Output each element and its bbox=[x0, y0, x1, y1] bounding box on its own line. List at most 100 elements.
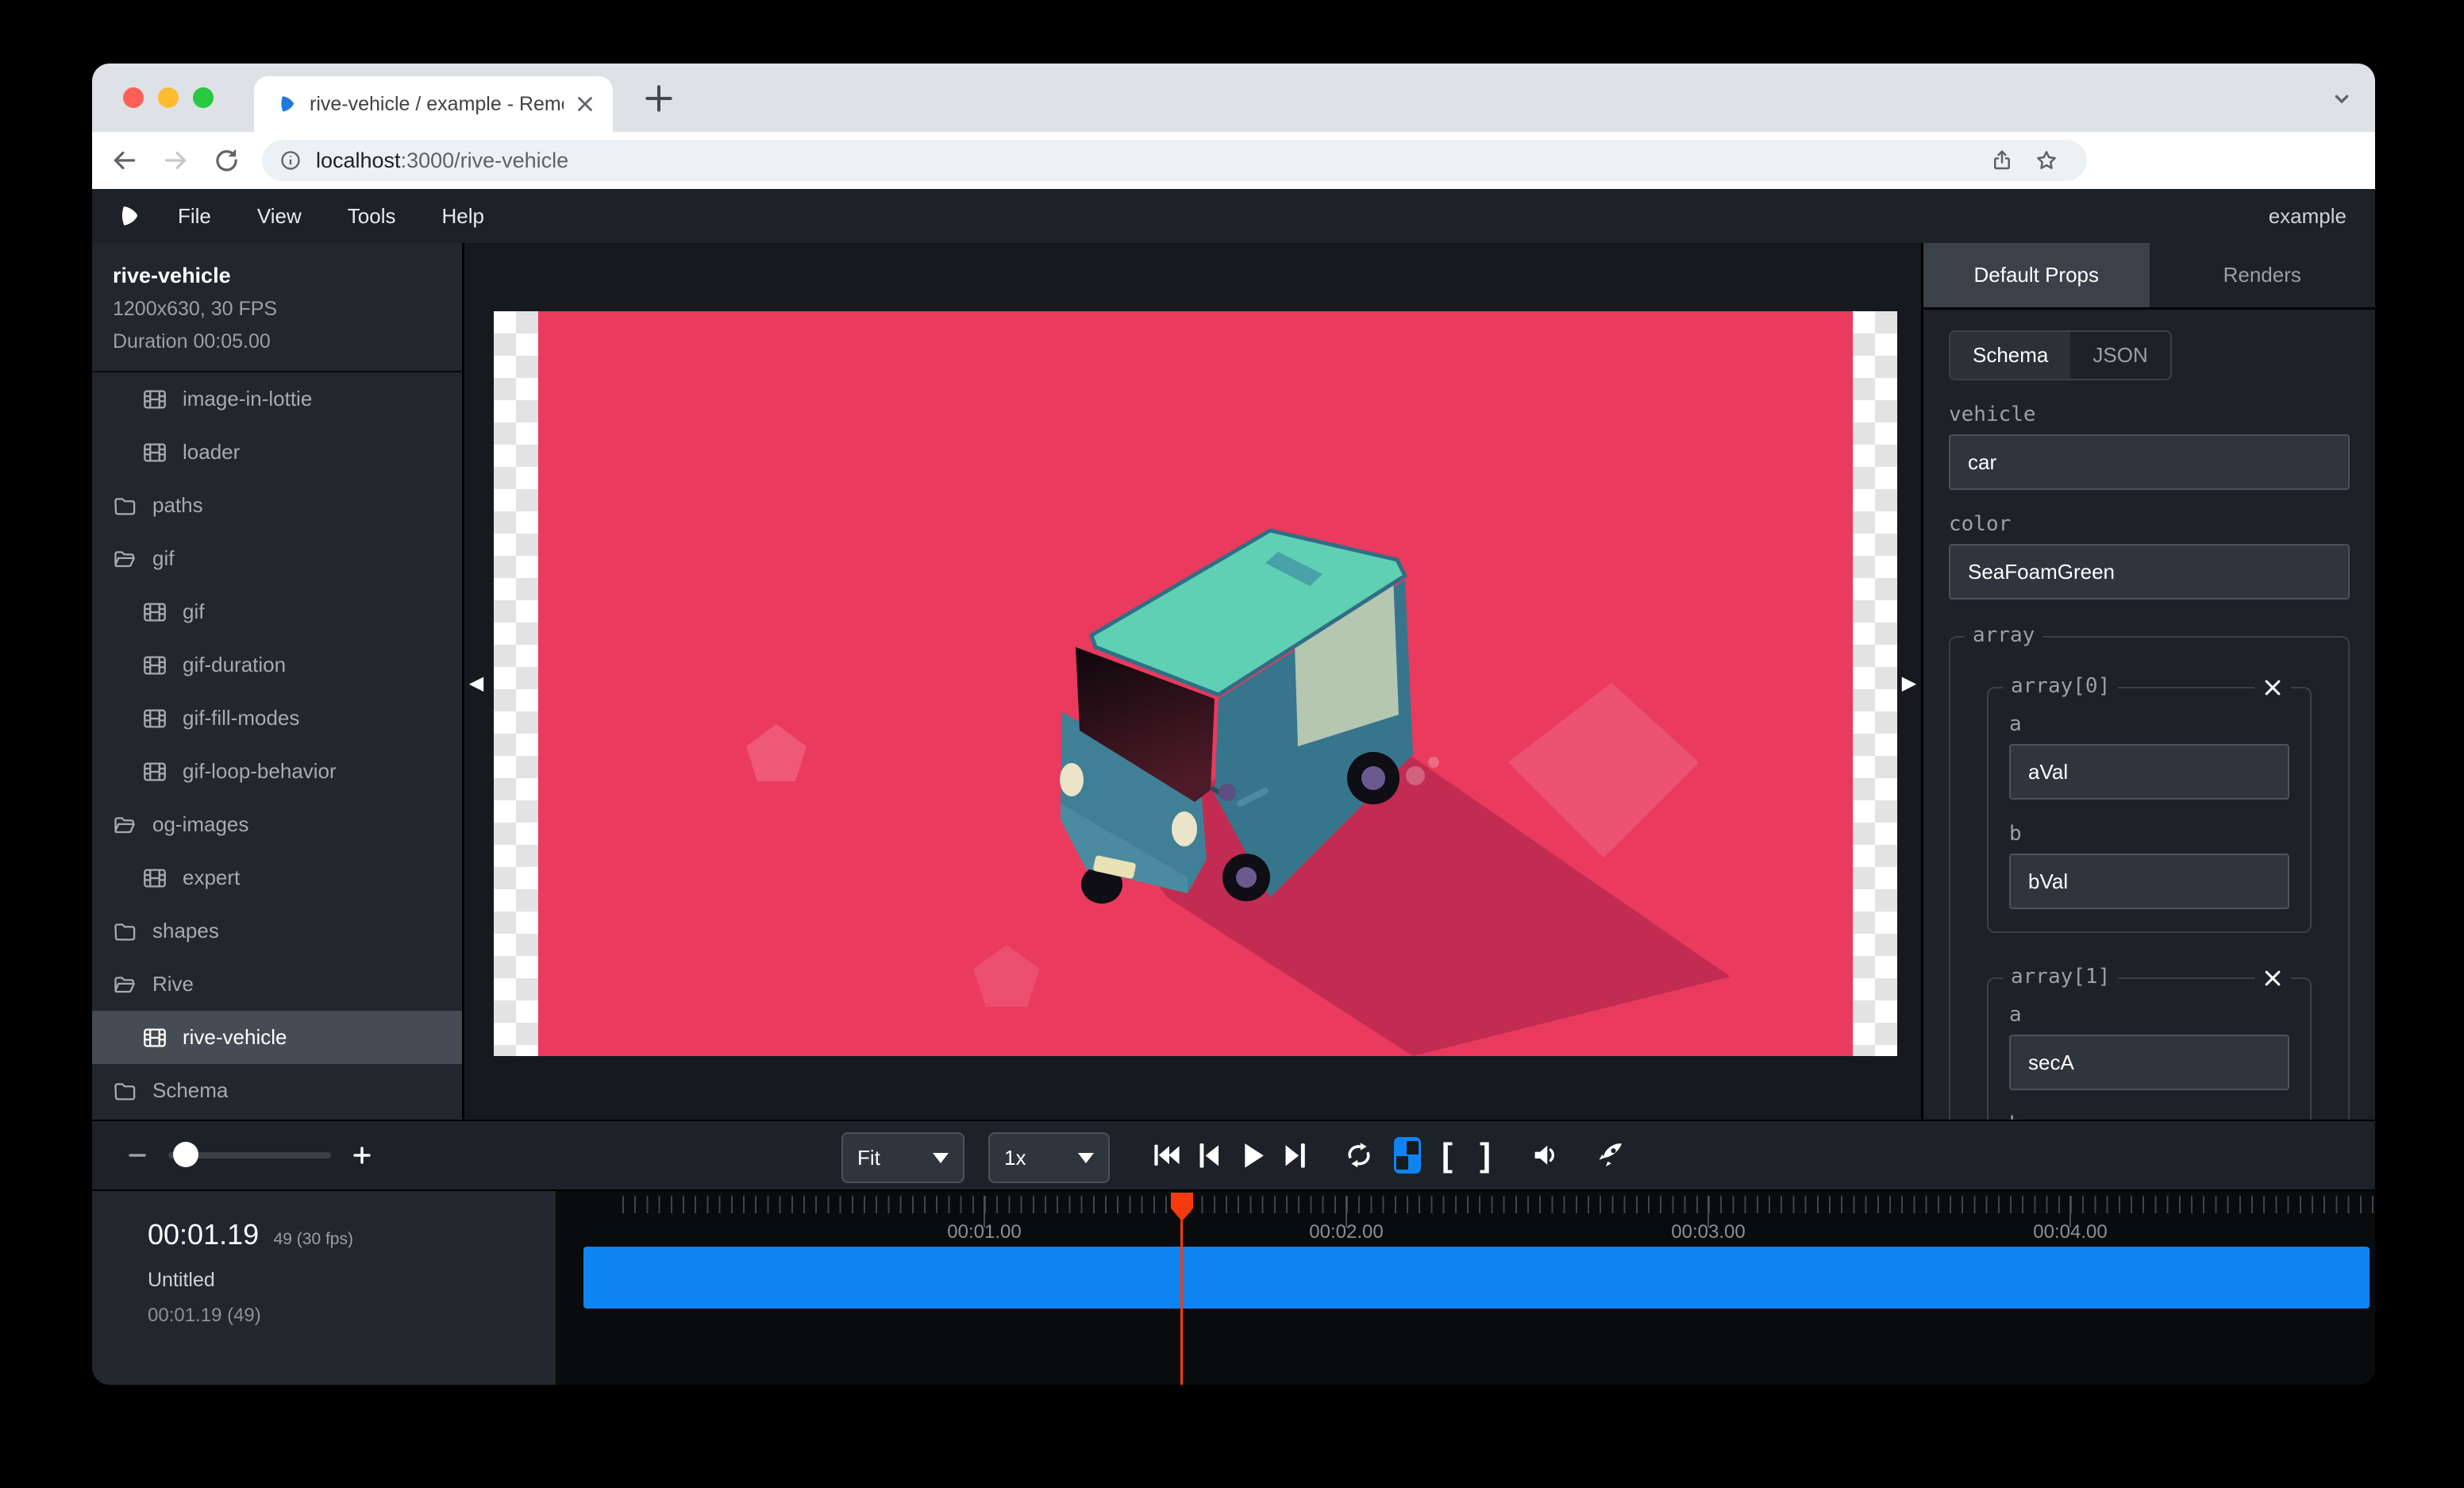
url-text: localhost:3000/rive-vehicle bbox=[316, 148, 568, 173]
transport-controls: [ ] bbox=[1153, 1121, 1638, 1189]
sidebar-item-rive-vehicle[interactable]: rive-vehicle bbox=[92, 1011, 462, 1064]
zoom-in-icon[interactable] bbox=[348, 1142, 375, 1169]
sidebar-item-image-in-lottie[interactable]: image-in-lottie bbox=[92, 372, 462, 426]
fit-select[interactable]: Fit bbox=[841, 1132, 964, 1183]
prop-a-input[interactable]: aVal bbox=[2009, 744, 2289, 800]
main-content: rive-vehicle 1200x630, 30 FPS Duration 0… bbox=[92, 243, 2375, 1120]
skip-to-end-icon[interactable] bbox=[1281, 1141, 1310, 1170]
transparency-toggle[interactable] bbox=[1394, 1137, 1421, 1174]
sidebar-item-gif-duration[interactable]: gif-duration bbox=[92, 638, 462, 692]
screen: rive-vehicle / example - Remoti bbox=[0, 0, 2464, 1488]
project-name-label: example bbox=[2269, 204, 2347, 229]
sidebar-item-label: gif-duration bbox=[183, 653, 286, 677]
compositions-sidebar: rive-vehicle 1200x630, 30 FPS Duration 0… bbox=[92, 243, 464, 1120]
previous-frame-icon[interactable] bbox=[1195, 1141, 1224, 1170]
bookmark-star-icon[interactable] bbox=[2035, 148, 2058, 172]
play-icon[interactable] bbox=[1238, 1141, 1267, 1170]
folder-open-icon bbox=[113, 973, 137, 996]
menu-view[interactable]: View bbox=[257, 204, 302, 229]
sidebar-item-gif-fill-modes[interactable]: gif-fill-modes bbox=[92, 692, 462, 745]
browser-tab[interactable]: rive-vehicle / example - Remoti bbox=[254, 76, 613, 132]
prop-vehicle-input[interactable]: car bbox=[1949, 434, 2350, 490]
minimize-window-button[interactable] bbox=[158, 87, 179, 108]
timeline-track-area[interactable]: 00:01.00 00:02.00 00:03.00 00:04.00 bbox=[556, 1191, 2375, 1385]
rocket-icon[interactable] bbox=[1596, 1141, 1624, 1170]
prop-b-input[interactable]: bVal bbox=[2009, 854, 2289, 909]
prop-label-b: b bbox=[2009, 822, 2289, 846]
sidebar-item-expert[interactable]: expert bbox=[92, 851, 462, 904]
reload-icon[interactable] bbox=[211, 145, 241, 175]
speed-select[interactable]: 1x bbox=[988, 1132, 1110, 1183]
sidebar-item-Schema[interactable]: Schema bbox=[92, 1064, 462, 1117]
remove-array-item-button[interactable] bbox=[2254, 968, 2291, 989]
maximize-window-button[interactable] bbox=[193, 87, 214, 108]
folder-open-icon bbox=[113, 547, 137, 571]
preview-canvas bbox=[494, 311, 1897, 1056]
menu-tools[interactable]: Tools bbox=[348, 204, 396, 229]
tab-close-icon[interactable] bbox=[573, 92, 597, 116]
timeline-ruler[interactable] bbox=[622, 1196, 2375, 1213]
current-time: 00:01.19 bbox=[148, 1218, 259, 1251]
timeline-track-bar[interactable] bbox=[583, 1247, 2370, 1309]
loop-icon[interactable] bbox=[1345, 1141, 1373, 1170]
zoom-slider-thumb[interactable] bbox=[173, 1142, 198, 1167]
menu-file[interactable]: File bbox=[178, 204, 211, 229]
sidebar-item-gif[interactable]: gif bbox=[92, 532, 462, 585]
skip-to-start-icon[interactable] bbox=[1153, 1141, 1181, 1170]
menu-items: File View Tools Help bbox=[178, 204, 484, 229]
zoom-slider[interactable] bbox=[168, 1152, 331, 1158]
site-info-icon[interactable] bbox=[279, 149, 302, 172]
fit-select-value: Fit bbox=[857, 1146, 880, 1170]
forward-icon[interactable] bbox=[160, 145, 191, 175]
sidebar-item-og-images[interactable]: og-images bbox=[92, 798, 462, 851]
back-icon[interactable] bbox=[110, 145, 140, 175]
film-icon bbox=[143, 600, 167, 624]
collapse-left-panel-icon[interactable]: ◀ bbox=[466, 670, 487, 697]
browser-window: rive-vehicle / example - Remoti bbox=[92, 64, 2375, 1385]
track-name: Untitled bbox=[148, 1269, 556, 1292]
toggle-json[interactable]: JSON bbox=[2070, 332, 2169, 379]
tab-search-chevron-icon[interactable] bbox=[2329, 86, 2354, 111]
tab-renders[interactable]: Renders bbox=[2150, 243, 2376, 307]
sidebar-item-Rive[interactable]: Rive bbox=[92, 958, 462, 1011]
speed-select-value: 1x bbox=[1004, 1146, 1026, 1170]
props-panel-tabs: Default Props Renders bbox=[1923, 243, 2375, 310]
composition-title: rive-vehicle bbox=[113, 264, 441, 288]
film-icon bbox=[143, 441, 167, 465]
new-tab-button[interactable] bbox=[641, 81, 676, 116]
prop-color-input[interactable]: SeaFoamGreen bbox=[1949, 544, 2350, 599]
tab-default-props[interactable]: Default Props bbox=[1923, 243, 2150, 307]
sidebar-item-loader[interactable]: loader bbox=[92, 426, 462, 479]
film-icon bbox=[143, 653, 167, 677]
composition-resolution: 1200x630, 30 FPS bbox=[113, 298, 441, 321]
remotion-logo-icon[interactable] bbox=[116, 203, 141, 229]
volume-icon[interactable] bbox=[1532, 1141, 1561, 1170]
sidebar-item-label: loader bbox=[183, 440, 240, 465]
array-fieldset: array array[0]aaValbbValarray[1]asecAb bbox=[1949, 636, 2350, 1120]
playhead-line bbox=[1180, 1212, 1183, 1385]
sidebar-item-label: Rive bbox=[152, 972, 194, 996]
sidebar-item-gif-loop-behavior[interactable]: gif-loop-behavior bbox=[92, 745, 462, 798]
zoom-out-icon[interactable] bbox=[124, 1142, 151, 1169]
composition-header: rive-vehicle 1200x630, 30 FPS Duration 0… bbox=[92, 243, 462, 372]
folder-icon bbox=[113, 1079, 137, 1103]
playhead[interactable] bbox=[1171, 1193, 1193, 1221]
sidebar-item-label: og-images bbox=[152, 812, 248, 837]
sidebar-item-gif[interactable]: gif bbox=[92, 585, 462, 638]
array-item-0: array[0]aaValbbVal bbox=[1987, 687, 2312, 933]
prop-a-input[interactable]: secA bbox=[2009, 1035, 2289, 1090]
sidebar-item-paths[interactable]: paths bbox=[92, 479, 462, 532]
sidebar-item-shapes[interactable]: shapes bbox=[92, 904, 462, 958]
menu-help[interactable]: Help bbox=[442, 204, 484, 229]
composition-list: image-in-lottieloaderpathsgifgifgif-dura… bbox=[92, 372, 462, 1117]
set-in-point-button[interactable]: [ bbox=[1435, 1136, 1459, 1174]
film-icon bbox=[143, 866, 167, 890]
url-bar[interactable]: localhost:3000/rive-vehicle bbox=[262, 140, 2087, 181]
share-icon[interactable] bbox=[1990, 148, 2014, 172]
remove-array-item-button[interactable] bbox=[2254, 677, 2291, 698]
collapse-right-panel-icon[interactable]: ▶ bbox=[1899, 670, 1919, 697]
close-window-button[interactable] bbox=[123, 87, 144, 108]
set-out-point-button[interactable]: ] bbox=[1473, 1136, 1497, 1174]
array-item-legend: array[0] bbox=[2003, 674, 2118, 698]
toggle-schema[interactable]: Schema bbox=[1950, 332, 2070, 379]
